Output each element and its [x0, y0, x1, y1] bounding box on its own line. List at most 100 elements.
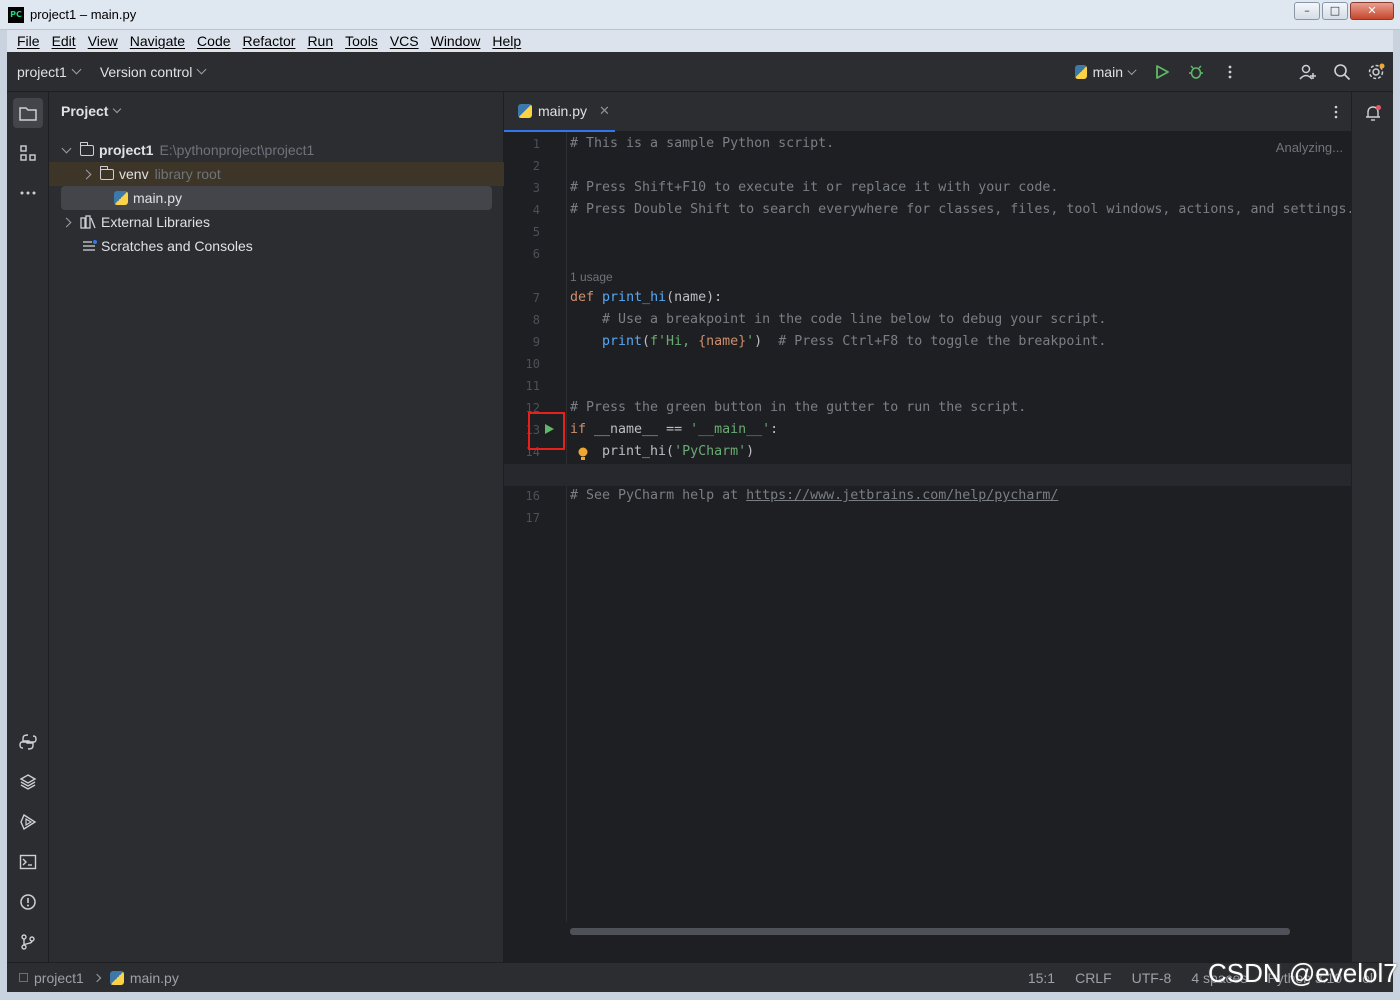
project-tool-button[interactable] [13, 98, 43, 128]
menu-file[interactable]: File [11, 33, 46, 49]
expand-arrow-icon[interactable] [61, 143, 72, 153]
close-window-button[interactable]: ✕ [1350, 2, 1394, 20]
usage-hint[interactable]: 1 usage [570, 270, 613, 284]
editor-tab-bar: main.py ✕ [504, 92, 1351, 132]
run-button[interactable] [1145, 57, 1179, 87]
project-panel-title: Project [61, 103, 109, 119]
code-editor[interactable]: Analyzing... # This is a sample Python s… [504, 132, 1355, 922]
horizontal-scrollbar[interactable] [570, 928, 1290, 935]
tab-label: main.py [538, 103, 588, 119]
menu-run[interactable]: Run [301, 33, 339, 49]
collapse-arrow-icon[interactable] [61, 217, 72, 227]
run-icon [1156, 65, 1169, 79]
tree-item-scratches[interactable]: Scratches and Consoles [49, 234, 504, 258]
intention-bulb-icon[interactable] [577, 446, 589, 466]
menu-tools[interactable]: Tools [339, 33, 384, 49]
python-console-button[interactable] [13, 727, 43, 757]
project-panel-header[interactable]: Project [49, 92, 503, 130]
search-everywhere-button[interactable] [1325, 57, 1359, 87]
maximize-button[interactable]: □ [1322, 2, 1348, 20]
toolbar-right: main [1065, 52, 1393, 92]
horizontal-dots-icon [20, 191, 36, 195]
more-tools-button[interactable] [13, 178, 43, 208]
branch-icon [21, 934, 35, 950]
status-bar: project1 main.py 15:1 CRLF UTF-8 4 space… [7, 962, 1393, 992]
string-literal: ' [746, 334, 755, 349]
menu-bar: File Edit View Navigate Code Refactor Ru… [7, 30, 1393, 52]
tab-main-py[interactable]: main.py ✕ [504, 92, 615, 132]
code-text: ) [754, 334, 763, 349]
project-selector[interactable]: project1 [7, 64, 90, 80]
menu-navigate[interactable]: Navigate [124, 33, 191, 49]
line-number: 8 [532, 313, 540, 327]
tree-item-project-root[interactable]: project1 E:\pythonproject\project1 [49, 138, 504, 162]
gear-icon [1368, 63, 1385, 80]
python-console-icon [19, 734, 37, 750]
terminal-button[interactable] [13, 847, 43, 877]
structure-icon [20, 145, 36, 161]
version-control-label: Version control [99, 63, 193, 80]
close-tab-icon[interactable]: ✕ [599, 103, 610, 119]
problems-button[interactable] [13, 887, 43, 917]
menu-code[interactable]: Code [191, 33, 236, 49]
python-file-icon [1075, 65, 1087, 79]
editor-tab-options-button[interactable] [1333, 104, 1339, 124]
code-line-3: # Press Shift+F10 to execute it or repla… [570, 180, 1059, 195]
breadcrumb-project[interactable]: project1 [34, 970, 84, 986]
external-libraries-label: External Libraries [101, 214, 210, 230]
editor-pane: main.py ✕ 1 2 3 4 5 6 7 8 9 10 11 12 13 … [504, 92, 1355, 962]
collapse-arrow-icon[interactable] [81, 169, 92, 179]
menu-help[interactable]: Help [486, 33, 527, 49]
line-number: 7 [532, 291, 540, 305]
project-root-path: E:\pythonproject\project1 [159, 142, 315, 158]
git-button[interactable] [13, 927, 43, 957]
menu-edit[interactable]: Edit [46, 33, 82, 49]
code-text: ( [642, 334, 651, 349]
tree-item-main-py[interactable]: main.py [61, 186, 492, 210]
breadcrumb-file[interactable]: main.py [130, 970, 179, 986]
code-line-7: def print_hi(name): [570, 290, 722, 305]
tree-item-external-libraries[interactable]: External Libraries [49, 210, 504, 234]
file-encoding[interactable]: UTF-8 [1132, 970, 1172, 986]
line-separator[interactable]: CRLF [1075, 970, 1112, 986]
run-config-selector[interactable]: main [1065, 64, 1145, 80]
menu-vcs[interactable]: VCS [384, 33, 425, 49]
settings-button[interactable] [1359, 57, 1393, 87]
tree-item-venv[interactable]: venv library root [49, 162, 504, 186]
version-control-selector[interactable]: Version control [90, 64, 216, 80]
services-button[interactable] [13, 807, 43, 837]
current-line-highlight [504, 464, 1351, 486]
venv-name: venv [119, 166, 149, 182]
debug-button[interactable] [1179, 57, 1213, 87]
line-number: 16 [525, 489, 540, 503]
ide-window: File Edit View Navigate Code Refactor Ru… [7, 30, 1393, 992]
python-packages-button[interactable] [13, 767, 43, 797]
line-number: 11 [525, 379, 540, 393]
scratches-icon [83, 240, 97, 251]
code-with-me-button[interactable] [1291, 57, 1325, 87]
comment: # Press Ctrl+F8 to toggle the breakpoint… [778, 334, 1107, 349]
window-controls: – □ ✕ [1294, 2, 1394, 20]
module-icon [19, 973, 28, 982]
line-number: 1 [532, 137, 540, 151]
menu-view[interactable]: View [82, 33, 124, 49]
menu-refactor[interactable]: Refactor [237, 33, 302, 49]
more-actions-button[interactable] [1213, 57, 1247, 87]
menu-window[interactable]: Window [425, 33, 487, 49]
minimize-button[interactable]: – [1294, 2, 1320, 20]
notifications-button[interactable] [1358, 98, 1388, 128]
help-link[interactable]: https://www.jetbrains.com/help/pycharm/ [746, 488, 1058, 503]
code-text: : [770, 422, 779, 437]
project-root-name: project1 [99, 142, 154, 158]
annotation-highlight-box [528, 412, 565, 450]
main-toolbar: project1 Version control main [7, 52, 1393, 92]
layers-icon [19, 774, 37, 790]
structure-tool-button[interactable] [13, 138, 43, 168]
caret-position[interactable]: 15:1 [1028, 970, 1055, 986]
code-line-16: # See PyCharm help at https://www.jetbra… [570, 488, 1058, 503]
folder-icon [19, 107, 37, 121]
code-text: print_hi( [602, 444, 675, 459]
folder-icon [99, 165, 114, 180]
function-name: print [602, 334, 643, 349]
code-text: (name): [666, 290, 723, 305]
